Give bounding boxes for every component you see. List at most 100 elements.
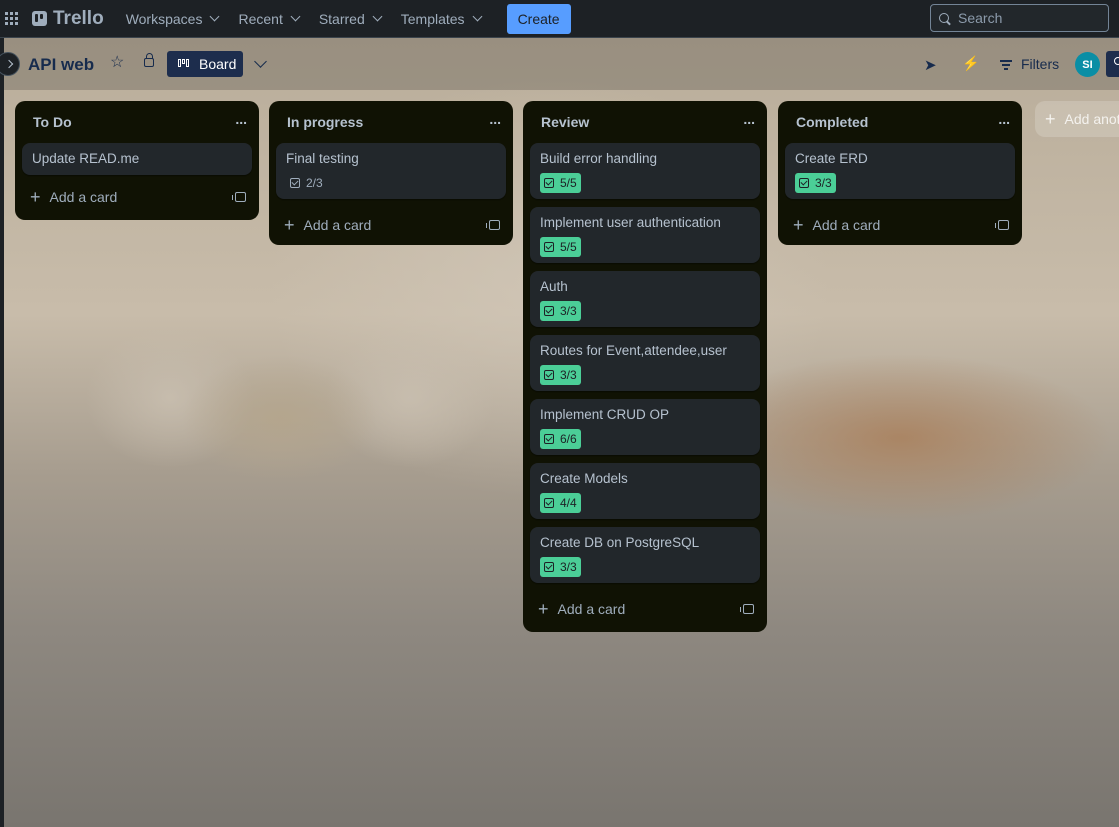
search-placeholder: Search [958,10,1003,26]
list-menu-icon[interactable]: ... [489,111,501,127]
board-view-button[interactable]: Board [167,51,243,77]
card[interactable]: Final testing 2/3 [276,143,506,199]
board-view-label: Board [199,56,237,72]
list-menu-icon[interactable]: ... [743,111,755,127]
card[interactable]: Auth 3/3 [530,271,760,327]
board-title[interactable]: API web [28,55,94,75]
chevron-down-icon [290,11,301,22]
checklist-badge: 5/5 [540,173,581,193]
checklist-count: 3/3 [560,304,577,318]
filter-icon [1000,59,1012,70]
checklist-icon [799,178,809,188]
filters-button[interactable]: Filters [1000,56,1059,72]
chevron-down-icon [210,11,220,22]
add-card-label: Add a card [303,217,372,233]
add-list-button[interactable]: + Add anot [1035,101,1119,137]
checklist-count: 2/3 [306,176,323,190]
list-footer: + Add a card [269,207,513,243]
checklist-icon [544,434,554,444]
list-menu-icon[interactable]: ... [235,111,247,127]
plus-icon: + [1045,109,1056,129]
card-template-icon[interactable] [486,220,500,230]
list-footer: + Add a card [523,591,767,627]
workspaces-label: Workspaces [125,10,203,27]
recent-label: Recent [238,10,283,27]
add-card-label: Add a card [557,601,626,617]
card-title: Update READ.me [32,151,140,166]
card-title: Implement user authentication [540,215,721,230]
card-title: Final testing [286,151,359,166]
starred-label: Starred [318,10,365,27]
checklist-badge: 4/4 [540,493,581,513]
power-ups-icon[interactable]: ➤ [924,56,937,74]
create-button[interactable]: Create [506,3,571,34]
checklist-badge: 5/5 [540,237,581,257]
card[interactable]: Routes for Event,attendee,user 3/3 [530,335,760,391]
checklist-icon [544,562,554,572]
card[interactable]: Build error handling 5/5 [530,143,760,199]
list-title[interactable]: To Do [33,114,72,130]
plus-icon: + [284,215,295,235]
list-footer: + Add a card [778,207,1022,243]
recent-menu[interactable]: Recent [230,3,306,35]
card-title: Create ERD [795,151,868,166]
board-header: API web ☆ Board ➤ ⚡ Filters SI [0,38,1119,90]
trello-logo[interactable]: Trello [32,8,104,30]
add-card-button[interactable]: + Add a card [538,599,626,619]
card-title: Routes for Event,attendee,user [540,343,727,358]
app-switcher-icon[interactable] [5,11,19,26]
add-card-button[interactable]: + Add a card [284,215,372,235]
card-title: Implement CRUD OP [540,407,670,422]
workspaces-menu[interactable]: Workspaces [118,3,227,35]
add-card-button[interactable]: + Add a card [793,216,881,234]
templates-menu[interactable]: Templates [393,3,489,35]
checklist-badge: 3/3 [795,173,836,193]
checklist-count: 3/3 [560,368,577,382]
list-to-do: To Do ... Update READ.me + Add a card [15,101,259,220]
add-card-button[interactable]: + Add a card [30,188,117,206]
list-header: Completed ... [778,101,1022,143]
star-icon[interactable]: ☆ [110,55,124,71]
card-container: Update READ.me [15,143,259,175]
avatar[interactable]: SI [1075,52,1100,77]
search-icon [939,13,949,23]
card-container: Build error handling 5/5 Implement user … [523,143,767,583]
card-container: Final testing 2/3 [269,143,513,199]
card-template-icon[interactable] [740,604,754,614]
checklist-badge: 2/3 [286,173,327,193]
chevron-down-icon[interactable] [254,55,267,68]
list-menu-icon[interactable]: ... [998,111,1010,127]
logo-text: Trello [53,7,104,29]
add-list-label: Add anot [1064,111,1119,127]
trello-logo-icon [32,11,47,26]
checklist-icon [544,306,554,316]
card-template-icon[interactable] [232,192,246,202]
lock-icon[interactable] [144,53,154,67]
share-button[interactable] [1106,51,1119,77]
checklist-count: 5/5 [560,176,577,190]
card[interactable]: Implement user authentication 5/5 [530,207,760,263]
card[interactable]: Create DB on PostgreSQL 3/3 [530,527,760,583]
list-review: Review ... Build error handling 5/5 Impl… [523,101,767,632]
list-title[interactable]: In progress [287,114,363,130]
search-input[interactable]: Search [930,4,1109,32]
list-title[interactable]: Completed [796,114,868,130]
checklist-badge: 6/6 [540,429,581,449]
card[interactable]: Create ERD 3/3 [785,143,1015,199]
plus-icon: + [538,599,549,619]
list-in-progress: In progress ... Final testing 2/3 + Add … [269,101,513,245]
checklist-badge: 3/3 [540,301,581,321]
card-template-icon[interactable] [995,220,1009,230]
chevron-down-icon [372,11,383,22]
card[interactable]: Implement CRUD OP 6/6 [530,399,760,455]
list-footer: + Add a card [15,179,259,215]
starred-menu[interactable]: Starred [311,3,389,35]
card[interactable]: Create Models 4/4 [530,463,760,519]
automation-icon[interactable]: ⚡ [962,55,979,72]
card[interactable]: Update READ.me [22,143,252,175]
add-card-label: Add a card [812,217,881,233]
expand-sidebar-button[interactable] [0,52,20,76]
checklist-icon [544,242,554,252]
list-title[interactable]: Review [541,114,589,130]
chevron-down-icon [472,11,483,22]
